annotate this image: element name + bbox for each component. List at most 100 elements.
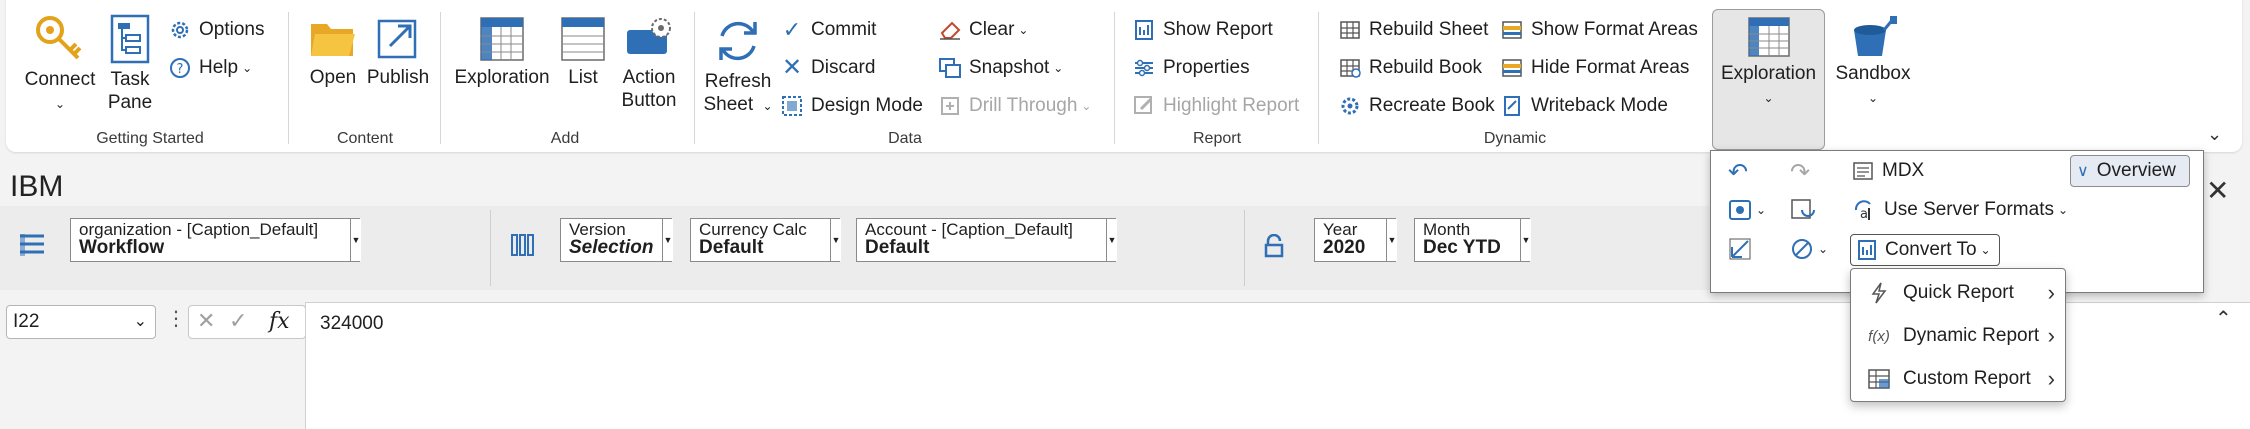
writeback-mode-button[interactable]: Writeback Mode [1500, 92, 1668, 120]
close-icon[interactable]: ✕ [2206, 174, 2229, 207]
month-value: Dec YTD [1423, 237, 1501, 258]
mdx-icon [1852, 161, 1874, 181]
menu-item-custom-report[interactable]: Custom Report › [1851, 358, 2065, 400]
chevron-down-icon: ⌄ [1818, 242, 1829, 256]
chevron-down-icon: ⌄ [1763, 91, 1774, 105]
svg-text:?: ? [177, 62, 184, 77]
chevron-down-icon: ⌄ [242, 61, 253, 75]
publish-button[interactable]: Publish [366, 16, 430, 89]
account-selector[interactable]: Account - [Caption_Default] Default ▼ [856, 218, 1117, 262]
chevron-down-icon: ⌄ [1018, 23, 1029, 37]
group-label-add: Add [550, 130, 580, 147]
cancel-entry-icon[interactable]: ✕ [197, 308, 215, 334]
add-list-button[interactable]: List [556, 16, 610, 89]
lightning-icon [1865, 282, 1893, 304]
resize-button[interactable] [1728, 237, 1752, 261]
redo-icon[interactable]: ↷ [1790, 158, 1810, 187]
task-pane-icon [110, 14, 150, 64]
chevron-down-icon: ⌄ [1867, 91, 1879, 105]
show-format-areas-button[interactable]: Show Format Areas [1500, 16, 1698, 44]
convert-report-icon [1857, 239, 1877, 261]
dropdown-arrow-icon[interactable]: ▼ [830, 219, 841, 261]
version-selector[interactable]: Version Selection ▼ [560, 218, 673, 262]
group-label-data: Data [888, 130, 922, 147]
rebuild-book-label: Rebuild Book [1369, 57, 1483, 78]
mdx-button[interactable]: MDX [1852, 160, 1924, 182]
show-report-button[interactable]: Show Report [1132, 16, 1273, 44]
dropdown-arrow-icon[interactable]: ▼ [1386, 219, 1397, 261]
year-selector[interactable]: Year 2020 ▼ [1314, 218, 1397, 262]
collapse-ribbon-chevron-icon[interactable]: ⌄ [2207, 124, 2222, 145]
publish-label: Publish [366, 67, 430, 88]
refresh-label-2: Sheet [703, 94, 754, 115]
highlight-report-button[interactable]: Highlight Report [1132, 92, 1299, 120]
undo-icon[interactable]: ↶ [1728, 158, 1748, 187]
help-button[interactable]: ? Help ⌄ [168, 54, 252, 82]
list-lines-icon[interactable] [18, 232, 46, 263]
use-server-formats-button[interactable]: a Use Server Formats ⌄ [1852, 198, 2068, 222]
sliders-icon [1132, 56, 1156, 80]
currency-value: Default [699, 237, 764, 258]
rebuild-sheet-button[interactable]: Rebuild Sheet [1338, 16, 1488, 44]
refresh-exploration-button[interactable] [1790, 198, 1816, 222]
dropdown-arrow-icon[interactable]: ▼ [1520, 219, 1531, 261]
mdx-label: MDX [1882, 160, 1925, 181]
formula-controls: ✕ ✓ fx [188, 305, 306, 339]
more-options-icon[interactable]: ⋮ [166, 306, 186, 331]
suppress-button[interactable]: ⌄ [1790, 237, 1828, 261]
custom-report-label: Custom Report [1903, 368, 2031, 389]
discard-button[interactable]: ✕ Discard [780, 54, 875, 82]
name-box[interactable]: I22 ⌄ [6, 305, 156, 339]
currency-calc-selector[interactable]: Currency Calc Default ▼ [690, 218, 841, 262]
chevron-right-icon: › [2047, 366, 2055, 391]
action-button-label-2: Button [621, 90, 677, 111]
group-divider [1114, 12, 1115, 144]
drill-through-button[interactable]: Drill Through ⌄ [938, 92, 1091, 120]
help-icon: ? [168, 56, 192, 80]
snapshot-button[interactable]: Snapshot ⌄ [938, 54, 1063, 82]
refresh-sheet-button[interactable]: Refresh Sheet ⌄ [700, 16, 776, 118]
cell-reference: I22 [13, 311, 40, 332]
add-exploration-button[interactable]: Exploration [454, 16, 550, 89]
action-button-icon [627, 18, 671, 54]
confirm-entry-icon[interactable]: ✓ [229, 308, 247, 334]
chevron-down-icon: ⌄ [1053, 61, 1064, 75]
dropdown-arrow-icon[interactable]: ▼ [1106, 219, 1117, 261]
refresh-icon [719, 21, 757, 61]
open-label: Open [309, 67, 357, 88]
dimension-bars-icon[interactable] [510, 232, 536, 263]
commit-button[interactable]: ✓ Commit [780, 16, 877, 44]
hide-format-areas-button[interactable]: Hide Format Areas [1500, 54, 1689, 82]
options-button[interactable]: Options [168, 16, 264, 44]
menu-item-quick-report[interactable]: Quick Report › [1851, 272, 2065, 314]
chevron-down-icon: ∨ [2077, 163, 2089, 180]
menu-item-dynamic-report[interactable]: f(x) Dynamic Report › [1851, 315, 2065, 357]
dropdown-arrow-icon[interactable]: ▼ [350, 219, 361, 261]
group-label-dynamic: Dynamic [1483, 130, 1547, 147]
insert-function-icon[interactable]: fx [269, 309, 290, 334]
connect-button[interactable]: Connect ⌄ [22, 14, 98, 116]
recreate-book-button[interactable]: Recreate Book [1338, 92, 1495, 120]
exploration-button[interactable]: Exploration ⌄ [1712, 16, 1825, 110]
organization-selector[interactable]: organization - [Caption_Default] Workflo… [70, 218, 361, 262]
design-mode-label: Design Mode [811, 95, 923, 116]
action-button-button[interactable]: Action Button [614, 16, 684, 112]
properties-button[interactable]: Properties [1132, 54, 1250, 82]
dropdown-arrow-icon[interactable]: ▼ [662, 219, 673, 261]
options-label: Options [199, 19, 265, 40]
chevron-down-icon[interactable]: ⌄ [134, 306, 147, 338]
clear-button[interactable]: Clear ⌄ [938, 16, 1028, 44]
collapse-formula-bar-icon[interactable]: ⌃ [2215, 306, 2232, 331]
rebuild-book-button[interactable]: Rebuild Book [1338, 54, 1482, 82]
sandbox-button[interactable]: Sandbox ⌄ [1830, 16, 1916, 110]
month-selector[interactable]: Month Dec YTD ▼ [1414, 218, 1531, 262]
task-pane-button[interactable]: Task Pane [102, 14, 158, 114]
open-button[interactable]: Open [304, 16, 362, 89]
lock-icon[interactable] [1262, 233, 1286, 263]
eraser-icon [938, 18, 962, 42]
design-mode-button[interactable]: Design Mode [780, 92, 923, 120]
convert-to-button[interactable]: Convert To ⌄ [1850, 234, 2000, 266]
display-options-button[interactable]: ⌄ [1728, 198, 1766, 222]
list-icon [561, 17, 605, 61]
overview-button[interactable]: ∨ Overview [2070, 155, 2190, 187]
